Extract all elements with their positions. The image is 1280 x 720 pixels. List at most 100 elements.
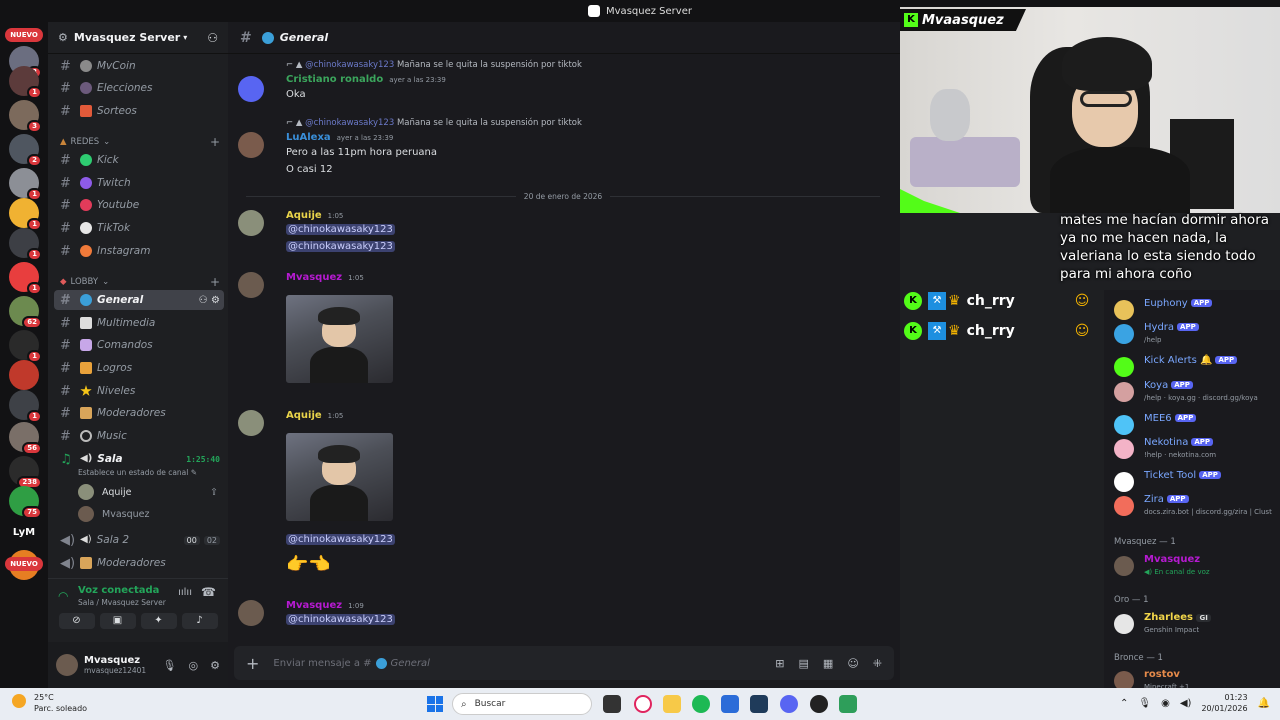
invite-icon[interactable]: ⚇ ⚙ bbox=[199, 295, 220, 306]
channel-status-hint[interactable]: Establece un estado de canal ✎ bbox=[78, 468, 197, 477]
app-icon[interactable] bbox=[839, 695, 857, 713]
server-icon-10[interactable]: 1 bbox=[9, 330, 42, 363]
add-channel-icon[interactable]: + bbox=[210, 275, 220, 289]
category-lobby[interactable]: ◆ LOBBY ⌄ + bbox=[60, 275, 220, 289]
activities-icon[interactable]: ✦ bbox=[140, 613, 177, 629]
avatar[interactable] bbox=[238, 210, 264, 236]
channel-moderadores[interactable]: # Moderadores bbox=[54, 403, 224, 423]
camera-off-icon[interactable]: ⊘ bbox=[58, 613, 95, 629]
add-attachment-icon[interactable]: + bbox=[246, 654, 259, 673]
noise-suppression-icon[interactable]: ıılıı bbox=[178, 587, 192, 598]
server-icon-14[interactable]: 238 bbox=[9, 456, 42, 489]
windows-start-icon[interactable] bbox=[427, 696, 443, 712]
user-mention[interactable]: @chinokawasaky123 bbox=[286, 614, 395, 625]
microphone-icon[interactable]: 🎙 bbox=[1138, 698, 1151, 709]
signal-icon[interactable]: ◠ bbox=[58, 589, 68, 603]
store-icon[interactable] bbox=[721, 695, 739, 713]
server-icon-12[interactable]: 1 bbox=[9, 390, 42, 423]
weather-widget[interactable]: 25°C Parc. soleado bbox=[12, 692, 87, 714]
reply-preview[interactable]: ⌐ ▲ @chinokawasaky123 Mañana se le quita… bbox=[286, 60, 582, 70]
message-author[interactable]: Aquije 1:05 bbox=[286, 410, 343, 421]
message-composer[interactable]: + Enviar mensaje a # General ⊞ ▤ ▦ ☺ ⁜ bbox=[234, 646, 894, 680]
notification-bell-icon[interactable]: 🔔 bbox=[1258, 698, 1270, 709]
server-icon-8[interactable]: 1 bbox=[9, 262, 42, 295]
file-explorer-icon[interactable] bbox=[603, 695, 621, 713]
obs-icon[interactable] bbox=[810, 695, 828, 713]
member-nekotina[interactable]: Nekotina APP !help · nekotina.com bbox=[1114, 435, 1280, 463]
member-zharlees[interactable]: Zharlees GI Genshin Impact bbox=[1114, 610, 1280, 638]
server-icon-3[interactable]: 3 bbox=[9, 100, 42, 133]
voice-connected-sub[interactable]: Sala / Mvasquez Server bbox=[78, 598, 220, 607]
channel-general[interactable]: # General ⚇ ⚙ bbox=[54, 290, 224, 310]
voice-channel-moderadores[interactable]: ◀) Moderadores bbox=[54, 553, 224, 573]
member-mvasquez[interactable]: Mvasquez ◀) En canal de voz bbox=[1114, 552, 1280, 580]
member-kick-alerts[interactable]: Kick Alerts 🔔 APP bbox=[1114, 353, 1280, 381]
channel-elecciones[interactable]: # Elecciones bbox=[54, 78, 224, 98]
channel-music[interactable]: # Music bbox=[54, 426, 224, 446]
gif-icon[interactable]: ▤ bbox=[799, 657, 809, 670]
discord-taskbar-icon[interactable] bbox=[780, 695, 798, 713]
voice-user-mvasquez[interactable]: Mvasquez bbox=[78, 506, 218, 522]
opera-icon[interactable] bbox=[634, 695, 652, 713]
server-icon-9[interactable]: 62 bbox=[9, 296, 42, 329]
server-icon-4[interactable]: 2 bbox=[9, 134, 42, 167]
apps-icon[interactable]: ⁜ bbox=[873, 657, 882, 670]
channel-twitch[interactable]: # Twitch bbox=[54, 173, 224, 193]
volume-icon[interactable]: ◀) bbox=[1180, 698, 1192, 709]
user-mention[interactable]: @chinokawasaky123 bbox=[286, 241, 395, 252]
spotify-icon[interactable] bbox=[692, 695, 710, 713]
member-zira[interactable]: Zira APP docs.zira.bot | discord.gg/zira |… bbox=[1114, 492, 1280, 520]
channel-instagram[interactable]: # Instagram bbox=[54, 241, 224, 261]
message-author[interactable]: Cristiano ronaldo ayer a las 23:39 bbox=[286, 74, 446, 85]
message-author[interactable]: LuAlexa ayer a las 23:39 bbox=[286, 132, 393, 143]
avatar[interactable] bbox=[238, 410, 264, 436]
channel-tiktok[interactable]: # TikTok bbox=[54, 218, 224, 238]
avatar[interactable] bbox=[56, 654, 78, 676]
member-koya[interactable]: Koya APP/help · koya.gg · discord.gg/koya bbox=[1114, 378, 1280, 406]
channel-mvcoin[interactable]: # MvCoin bbox=[54, 56, 224, 76]
channel-kick[interactable]: # Kick bbox=[54, 150, 224, 170]
channel-logros[interactable]: # Logros bbox=[54, 358, 224, 378]
user-mention[interactable]: @chinokawasaky123 bbox=[286, 534, 395, 545]
channel-multimedia[interactable]: # Multimedia bbox=[54, 313, 224, 333]
voice-user-aquije[interactable]: Aquije ⇪ bbox=[78, 484, 218, 500]
headphones-icon[interactable]: ◎ bbox=[189, 659, 199, 672]
server-icon-13[interactable]: 56 bbox=[9, 422, 42, 455]
soundboard-icon[interactable]: ♪ bbox=[181, 613, 218, 629]
message-author[interactable]: Mvasquez 1:05 bbox=[286, 272, 364, 283]
network-icon[interactable]: ◉ bbox=[1161, 698, 1170, 709]
channel-youtube[interactable]: # Youtube bbox=[54, 195, 224, 215]
server-header[interactable]: ⚙ Mvasquez Server ▾ ⚇ bbox=[48, 22, 228, 54]
gear-icon[interactable]: ⚙ bbox=[210, 659, 220, 672]
avatar[interactable] bbox=[238, 600, 264, 626]
message-author[interactable]: Mvasquez 1:09 bbox=[286, 600, 364, 611]
message-author[interactable]: Aquije 1:05 bbox=[286, 210, 343, 221]
avatar[interactable] bbox=[238, 132, 264, 158]
category-redes[interactable]: ▲ REDES ⌄ + bbox=[60, 135, 220, 149]
image-attachment[interactable] bbox=[286, 295, 393, 383]
gift-icon[interactable]: ⊞ bbox=[775, 657, 784, 670]
invite-icon[interactable]: ⚇ bbox=[207, 31, 218, 45]
server-icon-6[interactable]: 1 bbox=[9, 198, 42, 231]
server-icon-2[interactable]: 1 bbox=[9, 66, 42, 99]
avatar[interactable] bbox=[238, 76, 264, 102]
taskbar-search[interactable]: ⌕ Buscar bbox=[452, 693, 592, 715]
sticker-icon[interactable]: ▦ bbox=[823, 657, 833, 670]
folder-icon[interactable] bbox=[663, 695, 681, 713]
channel-sorteos[interactable]: # Sorteos bbox=[54, 101, 224, 121]
reply-preview[interactable]: ⌐ ▲ @chinokawasaky123 Mañana se le quita… bbox=[286, 118, 582, 128]
channel-niveles[interactable]: # Niveles bbox=[54, 381, 224, 401]
image-attachment[interactable] bbox=[286, 433, 393, 521]
user-mention[interactable]: @chinokawasaky123 bbox=[286, 224, 395, 235]
emoji-icon[interactable]: ☺ bbox=[847, 657, 858, 670]
server-icon-15[interactable]: 75 bbox=[9, 486, 42, 519]
member-hydra[interactable]: Hydra APP/help bbox=[1114, 320, 1280, 348]
avatar[interactable] bbox=[238, 272, 264, 298]
disconnect-icon[interactable]: ☎ bbox=[201, 585, 216, 599]
server-icon-7[interactable]: 1 bbox=[9, 228, 42, 261]
add-channel-icon[interactable]: + bbox=[210, 135, 220, 149]
voice-channel-sala[interactable]: ♫ ◀) Sala 1:25:40 bbox=[54, 449, 224, 469]
server-icon-11[interactable] bbox=[9, 360, 39, 390]
chevron-up-icon[interactable]: ⌃ bbox=[1120, 698, 1128, 709]
server-icon-lym[interactable]: LyM bbox=[9, 518, 39, 548]
